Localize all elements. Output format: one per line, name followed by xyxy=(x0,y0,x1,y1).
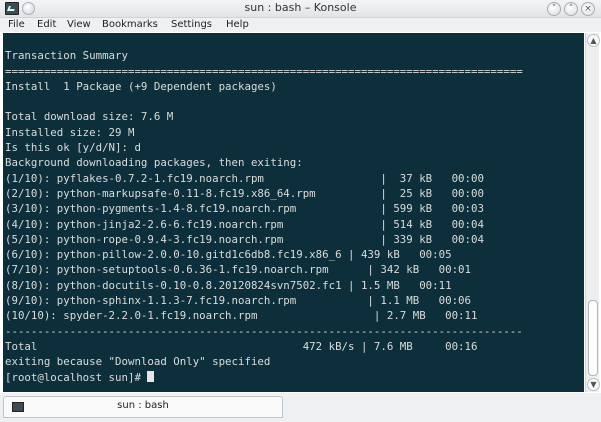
terminal-line: (3/10): python-pygments-1.4-8.fc19.noarc… xyxy=(5,202,484,216)
menu-help[interactable]: Help xyxy=(226,19,249,30)
maximize-button[interactable]: ˄ xyxy=(564,2,578,16)
window-title: sun : bash – Konsole xyxy=(244,1,357,14)
menu-bookmarks[interactable]: Bookmarks xyxy=(102,19,158,30)
tab-label: sun : bash xyxy=(117,400,169,411)
menu-file[interactable]: File xyxy=(8,19,25,30)
terminal-line: (9/10): python-sphinx-1.1.3-7.fc19.noarc… xyxy=(5,294,471,308)
terminal-line: Installed size: 29 M xyxy=(5,125,135,139)
scroll-down-arrow-icon[interactable]: ▼ xyxy=(587,378,600,391)
terminal-output-area[interactable]: Transaction Summary ====================… xyxy=(3,33,584,392)
terminal-line: (5/10): python-rope-0.9.4-3.fc19.noarch.… xyxy=(5,232,484,246)
menu-bar: File Edit View Bookmarks Settings Help xyxy=(0,18,601,32)
terminal-line: (2/10): python-markupsafe-0.11-8.fc19.x8… xyxy=(5,186,484,200)
terminal-line: ----------------------------------------… xyxy=(5,324,523,338)
terminal-line: Total 472 kB/s | 7.6 MB 00:16 xyxy=(5,339,478,353)
terminal-line: (4/10): python-jinja2-2.6-6.fc19.noarch.… xyxy=(5,217,484,231)
terminal-line: ========================================… xyxy=(5,64,523,78)
scrollbar-thumb[interactable] xyxy=(588,300,598,376)
terminal-line: (6/10): python-pillow-2.0.0-10.gitd1c6db… xyxy=(5,248,452,262)
terminal-line: (8/10): python-docutils-0.10-0.8.2012082… xyxy=(5,278,452,292)
terminal-text: Transaction Summary ====================… xyxy=(5,33,523,385)
terminal-line: Total download size: 7.6 M xyxy=(5,110,174,124)
terminal-line: (1/10): pyflakes-0.7.2-1.fc19.noarch.rpm… xyxy=(5,171,484,185)
scroll-up-arrow-icon[interactable]: ▲ xyxy=(587,34,600,47)
minimize-button[interactable]: ˅ xyxy=(547,2,561,16)
tab-bar: sun : bash xyxy=(0,393,601,422)
terminal-line: Background downloading packages, then ex… xyxy=(5,156,303,170)
menu-edit[interactable]: Edit xyxy=(37,19,56,30)
terminal-prompt: [root@localhost sun]# xyxy=(5,370,148,384)
terminal-line: Is this ok [y/d/N]: d xyxy=(5,141,141,155)
terminal-line: exiting because "Download Only" specifie… xyxy=(5,355,271,369)
terminal-scrollbar[interactable]: ▲ ▼ xyxy=(585,33,600,392)
tab-sun-bash[interactable]: sun : bash xyxy=(3,396,283,418)
menu-view[interactable]: View xyxy=(67,19,91,30)
terminal-line: (10/10): spyder-2.2.0-1.fc19.noarch.rpm … xyxy=(5,309,478,323)
menu-settings[interactable]: Settings xyxy=(171,19,212,30)
terminal-line: (7/10): python-setuptools-0.6.36-1.fc19.… xyxy=(5,263,471,277)
terminal-line: Install 1 Package (+9 Dependent packages… xyxy=(5,79,277,93)
terminal-line: Transaction Summary xyxy=(5,49,128,63)
title-bar: sun : bash – Konsole ˅ ˄ × xyxy=(0,0,601,18)
terminal-cursor xyxy=(147,370,155,382)
close-button[interactable]: × xyxy=(581,2,595,16)
